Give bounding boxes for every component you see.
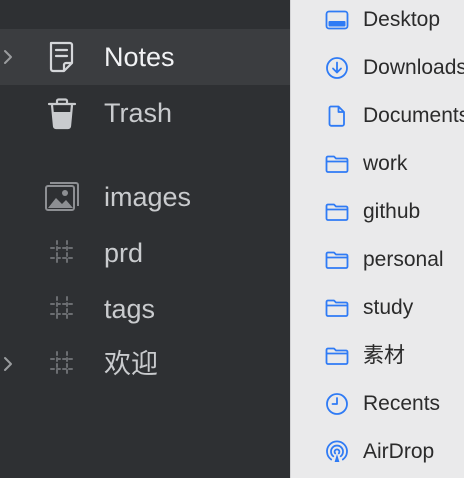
finder-item-documents[interactable]: Documents	[291, 92, 464, 140]
folder-icon	[325, 296, 349, 320]
downloads-icon	[325, 56, 349, 80]
document-icon	[325, 104, 349, 128]
finder-item-label: Desktop	[363, 8, 441, 31]
chevron-right-icon[interactable]	[0, 354, 20, 374]
desktop-icon	[325, 8, 349, 32]
finder-item-personal[interactable]: personal	[291, 236, 464, 284]
folder-icon	[325, 344, 349, 368]
notes-sidebar: Notes Trash images prd tags 欢迎	[0, 0, 290, 478]
sidebar-item-label: Notes	[104, 42, 175, 72]
finder-item-label: Recents	[363, 392, 441, 415]
image-icon	[42, 179, 82, 215]
folder-icon	[325, 152, 349, 176]
finder-item-airdrop[interactable]: AirDrop	[291, 428, 464, 476]
folder-icon	[325, 200, 349, 224]
sidebar-item-label: images	[104, 182, 192, 212]
finder-item-label: Documents	[363, 104, 464, 127]
sidebar-item-trash[interactable]: Trash	[0, 85, 290, 141]
hash-icon	[42, 291, 82, 327]
sidebar-item-label: prd	[104, 238, 144, 268]
finder-item-label: study	[363, 296, 414, 319]
finder-item-label: 素材	[363, 344, 405, 367]
finder-item-recents[interactable]: Recents	[291, 380, 464, 428]
finder-item-work[interactable]: work	[291, 140, 464, 188]
finder-item-downloads[interactable]: Downloads	[291, 44, 464, 92]
sidebar-item-tags[interactable]: tags	[0, 281, 290, 337]
sidebar-item-images[interactable]: images	[0, 169, 290, 225]
sidebar-item-label: 欢迎	[104, 349, 158, 379]
finder-item-label: work	[363, 152, 408, 175]
finder-item-study[interactable]: study	[291, 284, 464, 332]
note-icon	[42, 39, 82, 75]
sidebar-item-notes[interactable]: Notes	[0, 29, 290, 85]
finder-item-label: github	[363, 200, 421, 223]
sidebar-item-welcome[interactable]: 欢迎	[0, 336, 290, 392]
finder-sidebar: Desktop Downloads Documents work github …	[290, 0, 464, 478]
finder-item-github[interactable]: github	[291, 188, 464, 236]
finder-item-label: Downloads	[363, 56, 464, 79]
chevron-right-icon[interactable]	[0, 47, 20, 67]
finder-item-label: AirDrop	[363, 440, 435, 463]
sidebar-item-label: tags	[104, 294, 156, 324]
trash-icon	[42, 95, 82, 131]
sidebar-item-prd[interactable]: prd	[0, 225, 290, 281]
hash-icon	[42, 346, 82, 382]
airdrop-icon	[325, 440, 349, 464]
folder-icon	[325, 248, 349, 272]
finder-item-materials[interactable]: 素材	[291, 332, 464, 380]
sidebar-item-label: Trash	[104, 98, 173, 128]
hash-icon	[42, 235, 82, 271]
finder-item-desktop[interactable]: Desktop	[291, 0, 464, 44]
clock-icon	[325, 392, 349, 416]
finder-item-label: personal	[363, 248, 444, 271]
